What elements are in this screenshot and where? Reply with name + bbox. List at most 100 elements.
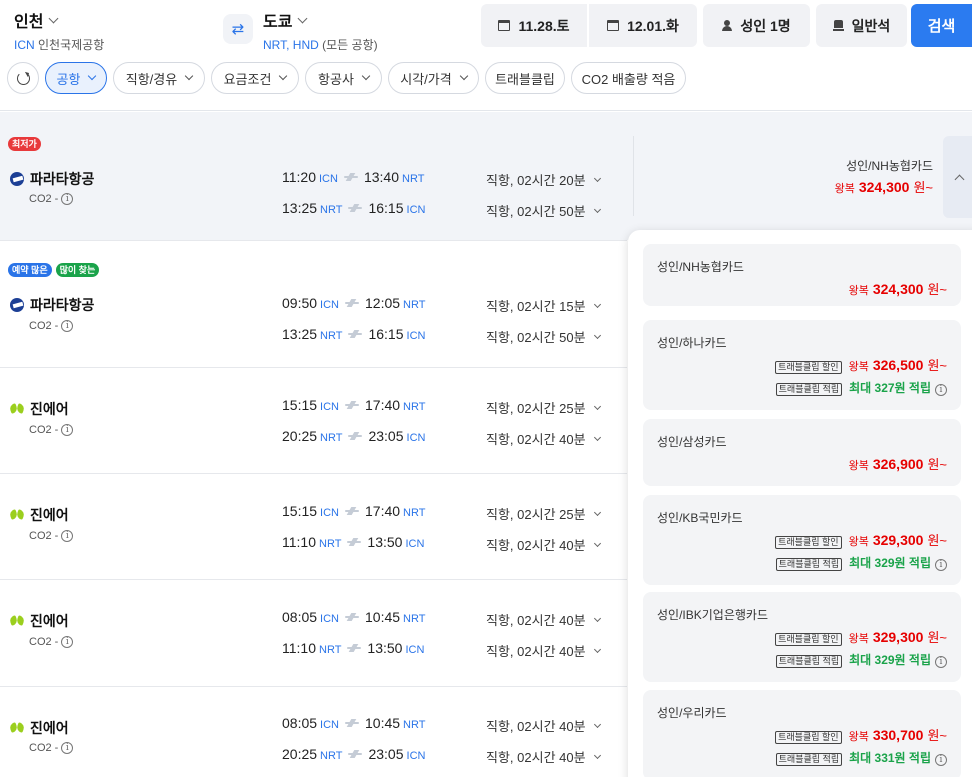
filter-low-co2[interactable]: CO2 배출량 적음 (571, 62, 686, 94)
arr-time: 13:50 (367, 534, 403, 550)
outbound-duration[interactable]: 직항, 02시간 20분 (486, 170, 601, 189)
price-option-card[interactable]: 성인/삼성카드 왕복 326,900 원~ (643, 419, 961, 486)
price-amount: 330,700 (872, 727, 924, 743)
filter-time-price[interactable]: 시각/가격 (388, 62, 479, 94)
destination-airport: (모든 공항) (322, 38, 378, 52)
filter-label: 시각/가격 (400, 71, 452, 87)
return-duration[interactable]: 직항, 02시간 40분 (486, 429, 601, 448)
price-line: 트래블클립 할인 왕복 329,300 원~ (775, 530, 947, 549)
return-segment: 13:25 NRT 16:15 ICN (282, 326, 425, 342)
return-date-button[interactable]: 12.01.화 (589, 4, 697, 47)
airline-name: 파라타항공 (30, 297, 95, 313)
arr-airport: NRT (403, 401, 426, 413)
arr-airport: NRT (402, 173, 425, 185)
return-date: 12.01.화 (627, 17, 679, 34)
swap-arrows-icon[interactable]: ⇄ (223, 14, 253, 44)
earn-amount: 최대 327원 적립 (849, 381, 931, 395)
price-option-card[interactable]: 성인/NH농협카드 왕복 324,300 원~ (643, 244, 961, 306)
airline: 진에어 (10, 611, 69, 631)
price-option-card[interactable]: 성인/KB국민카드 트래블클립 할인 왕복 329,300 원~ 트래블클립 적립 최대… (643, 495, 961, 585)
info-icon[interactable]: i (61, 636, 74, 648)
arr-time: 12:05 (365, 295, 401, 311)
return-duration[interactable]: 직항, 02시간 50분 (486, 327, 601, 346)
origin-selector[interactable]: 인천 ICN 인천국제공항 (14, 8, 104, 53)
filter-label: 트래블클립 (495, 71, 555, 87)
return-duration[interactable]: 직항, 02시간 40분 (486, 535, 601, 554)
earn-amount: 최대 331원 적립 (849, 751, 931, 765)
outbound-duration[interactable]: 직항, 02시간 25분 (486, 398, 601, 417)
plane-icon (345, 614, 359, 620)
arr-airport: ICN (405, 644, 425, 656)
plane-icon (348, 433, 363, 439)
travelclip-discount-tag: 트래블클립 할인 (775, 361, 842, 374)
chevron-down-icon (298, 13, 308, 23)
info-icon[interactable]: i (61, 742, 74, 754)
refresh-button[interactable] (7, 62, 39, 94)
arr-time: 23:05 (368, 428, 404, 444)
divider (633, 136, 634, 216)
filter-travelclip[interactable]: 트래블클립 (485, 62, 565, 94)
destination-selector[interactable]: 도쿄 NRT, HND (모든 공항) (263, 8, 378, 53)
co2-label: CO2 - (29, 193, 59, 205)
search-button[interactable]: 검색 (911, 4, 972, 47)
outbound-duration[interactable]: 직항, 02시간 40분 (486, 716, 601, 735)
price-option-card[interactable]: 성인/우리카드 트래블클립 할인 왕복 330,700 원~ 트래블클립 적립 최대 3… (643, 690, 961, 777)
dep-airport: ICN (320, 299, 339, 311)
arr-time: 23:05 (368, 746, 404, 762)
return-duration[interactable]: 직항, 02시간 50분 (486, 201, 601, 220)
info-icon[interactable]: i (61, 193, 74, 205)
collapse-prices-button[interactable] (943, 136, 972, 218)
dep-airport: NRT (319, 538, 342, 550)
earn-amount: 최대 329원 적립 (849, 556, 931, 570)
plane-icon (343, 174, 358, 180)
passengers-button[interactable]: 성인 1명 (703, 4, 810, 47)
chevron-down-icon (593, 614, 601, 622)
cabin-class-button[interactable]: 일반석 (816, 4, 907, 47)
selected-price[interactable]: 왕복 324,300 원~ (835, 177, 933, 196)
dep-time: 11:20 (282, 169, 316, 185)
info-icon[interactable]: i (935, 754, 947, 766)
airline: 파라타항공 (10, 169, 94, 189)
price-option-card[interactable]: 성인/IBK기업은행카드 트래블클립 할인 왕복 329,300 원~ 트래블클립 적… (643, 592, 961, 682)
dep-time: 13:25 (282, 200, 318, 216)
outbound-duration[interactable]: 직항, 02시간 25분 (486, 504, 601, 523)
airline: 파라타항공 (10, 295, 94, 315)
filter-label: 직항/경유 (125, 71, 178, 87)
filter-airport[interactable]: 공항 (45, 62, 107, 94)
price-line: 트래블클립 할인 왕복 326,500 원~ (775, 355, 947, 374)
price-amount: 324,300 (872, 281, 924, 297)
info-icon[interactable]: i (935, 384, 947, 396)
duration-text: 직항, 02시간 40분 (486, 750, 586, 765)
info-icon[interactable]: i (935, 559, 947, 571)
dep-time: 13:25 (282, 326, 318, 342)
dep-time: 09:50 (282, 295, 318, 311)
filter-direct-transfer[interactable]: 직항/경유 (113, 62, 205, 94)
co2-label: CO2 - (29, 636, 59, 648)
filter-airline[interactable]: 항공사 (305, 62, 382, 94)
depart-date-button[interactable]: 11.28.토 (481, 4, 587, 47)
price-line: 트래블클립 할인 왕복 330,700 원~ (775, 725, 947, 744)
calendar-icon (607, 20, 620, 31)
outbound-segment: 15:15 ICN 17:40 NRT (282, 397, 425, 413)
info-icon[interactable]: i (61, 530, 74, 542)
outbound-duration[interactable]: 직항, 02시간 15분 (486, 296, 601, 315)
co2-label: CO2 - (29, 530, 59, 542)
dep-airport: NRT (320, 330, 343, 342)
dep-airport: ICN (320, 401, 339, 413)
info-icon[interactable]: i (935, 656, 947, 668)
duration-text: 직항, 02시간 40분 (486, 432, 586, 447)
info-icon[interactable]: i (61, 424, 74, 436)
return-duration[interactable]: 직항, 02시간 40분 (486, 747, 601, 766)
outbound-duration[interactable]: 직항, 02시간 40분 (486, 610, 601, 629)
co2-info: CO2 -i (29, 530, 74, 542)
filter-label: 공항 (56, 71, 81, 87)
info-icon[interactable]: i (61, 320, 74, 332)
arr-time: 17:40 (365, 503, 401, 519)
chevron-down-icon (49, 13, 59, 23)
filter-fare-conditions[interactable]: 요금조건 (211, 62, 299, 94)
chevron-up-icon (954, 174, 964, 184)
chevron-down-icon (593, 174, 601, 182)
price-option-card[interactable]: 성인/하나카드 트래블클립 할인 왕복 326,500 원~ 트래블클립 적립 최대 3… (643, 320, 961, 410)
return-duration[interactable]: 직항, 02시간 40분 (486, 641, 601, 660)
co2-info: CO2 -i (29, 424, 74, 436)
